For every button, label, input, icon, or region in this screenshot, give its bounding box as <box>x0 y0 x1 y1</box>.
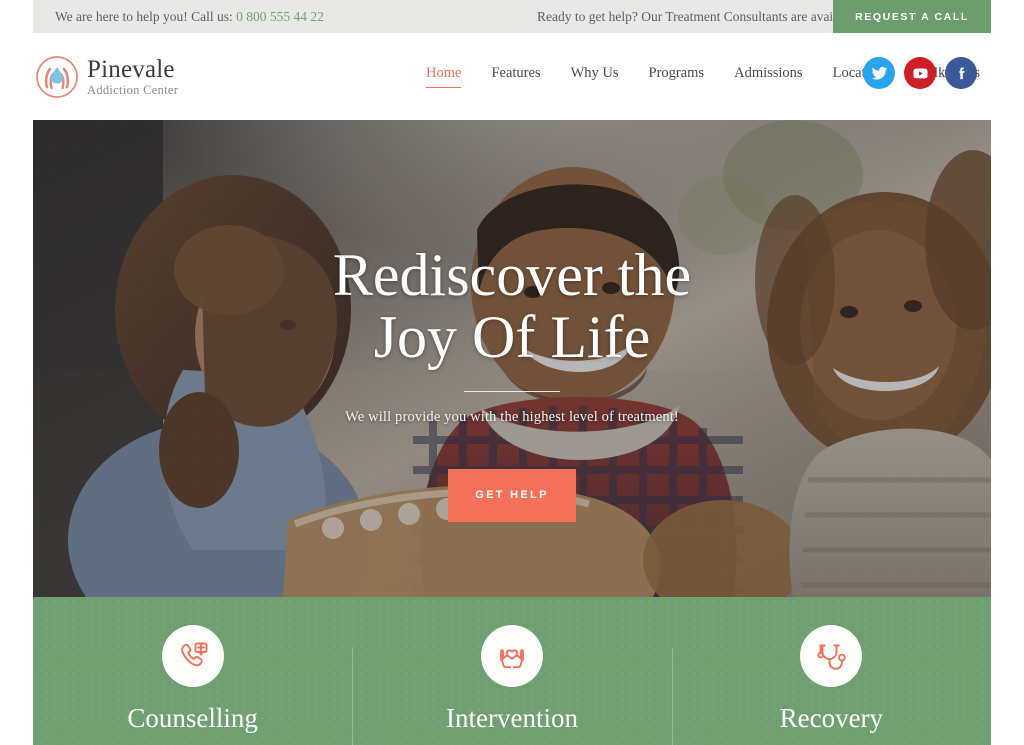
twitter-icon[interactable] <box>863 57 895 89</box>
hero-title-line-1: Rediscover the <box>332 242 692 308</box>
hero-divider <box>464 390 560 392</box>
hero-subtitle: We will provide you with the highest lev… <box>345 408 679 425</box>
service-card-recovery[interactable]: Recovery We provide an environment uniqu… <box>671 597 991 745</box>
services-section: Counselling We'll guide you through the … <box>33 597 991 745</box>
stethoscope-icon <box>800 625 863 687</box>
hands-heart-icon <box>480 625 543 687</box>
service-title: Recovery <box>779 703 884 733</box>
phone-number-link[interactable]: 0 800 555 44 22 <box>236 9 324 24</box>
site-header: Pinevale Addiction Center Home Features … <box>33 33 991 120</box>
logo-name: Pinevale <box>87 55 175 83</box>
nav-item-why-us[interactable]: Why Us <box>556 65 634 82</box>
youtube-icon[interactable] <box>904 57 936 89</box>
top-utility-bar: We are here to help you! Call us: 0 800 … <box>33 0 991 33</box>
help-call-text: We are here to help you! Call us: 0 800 … <box>33 9 324 25</box>
pinevale-hands-droplet-icon <box>36 55 78 98</box>
hero-banner: Rediscover the Joy Of Life We will provi… <box>33 120 991 597</box>
logo-text: Pinevale Addiction Center <box>87 57 178 97</box>
hero-title-line-2: Joy Of Life <box>373 304 651 371</box>
service-card-intervention[interactable]: Intervention Our center's innovative pro… <box>352 597 671 745</box>
logo-tagline: Addiction Center <box>87 82 179 97</box>
get-help-button[interactable]: GET HELP <box>448 468 576 522</box>
hero-title: Rediscover the Joy Of Life <box>333 244 691 369</box>
request-a-call-button[interactable]: REQUEST A CALL <box>833 0 991 33</box>
service-title: Counselling <box>127 703 258 733</box>
nav-item-features[interactable]: Features <box>476 65 555 82</box>
service-card-counselling[interactable]: Counselling We'll guide you through the … <box>33 597 352 745</box>
landing-page: We are here to help you! Call us: 0 800 … <box>0 0 1024 745</box>
help-label: We are here to help you! Call us: <box>55 8 237 24</box>
phone-support-icon <box>161 625 224 687</box>
nav-item-programs[interactable]: Programs <box>634 65 720 82</box>
hero-content: Rediscover the Joy Of Life We will provi… <box>33 120 991 597</box>
nav-item-admissions[interactable]: Admissions <box>719 65 818 82</box>
service-title: Intervention <box>446 703 578 733</box>
social-links <box>863 57 977 89</box>
logo[interactable]: Pinevale Addiction Center <box>36 55 178 98</box>
nav-item-home[interactable]: Home <box>411 65 476 88</box>
facebook-icon[interactable] <box>945 57 977 89</box>
